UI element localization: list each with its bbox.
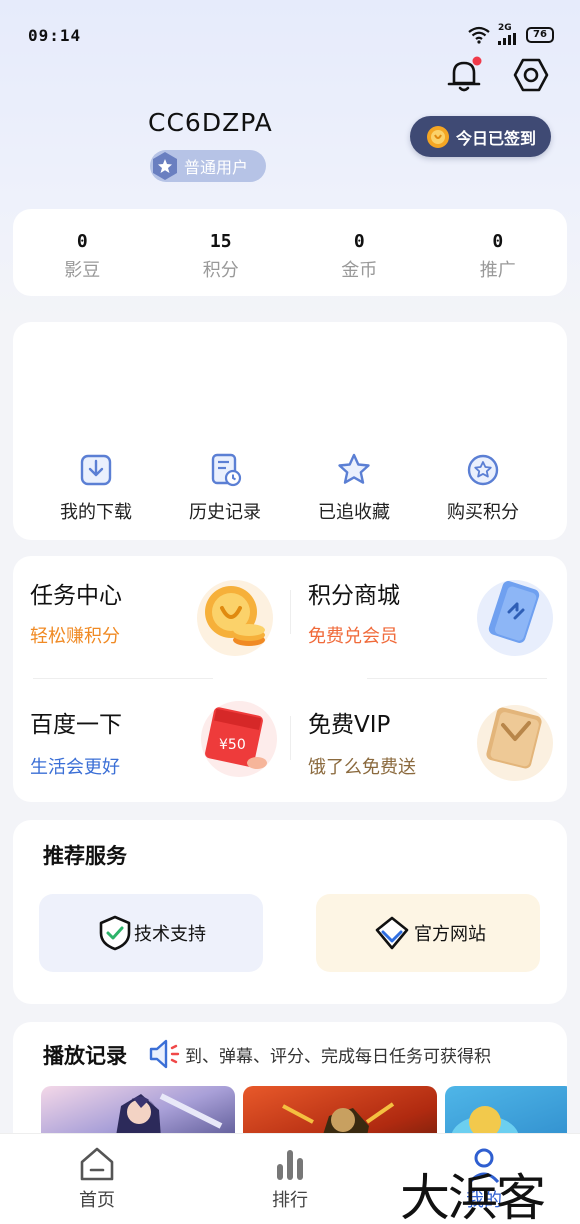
- quick-actions-card: 我的下载 历史记录 已追收藏 购买积分: [13, 322, 567, 540]
- action-my-downloads[interactable]: 我的下载: [31, 452, 161, 524]
- coin-icon: [427, 125, 449, 148]
- promo-subtitle: 生活会更好: [30, 757, 120, 778]
- ranking-bars-icon: [277, 1150, 303, 1180]
- user-level-label: 普通用户: [184, 158, 249, 177]
- nav-label: 排行: [272, 1190, 308, 1211]
- stat-value: 0: [76, 231, 88, 252]
- checkin-label: 今日已签到: [456, 128, 537, 148]
- promo-subtitle: 轻松赚积分: [30, 626, 120, 647]
- promo-title: 积分商城: [308, 583, 400, 609]
- shield-check-icon: [99, 915, 131, 951]
- network-type: 2G: [498, 23, 512, 33]
- promo-title: 百度一下: [30, 712, 122, 738]
- section-title: 播放记录: [43, 1044, 127, 1068]
- username: CC6DZPA: [148, 108, 273, 137]
- promo-title: 任务中心: [30, 583, 122, 609]
- watermark-text: 大浜客: [400, 1169, 546, 1224]
- battery-indicator: 76: [526, 26, 554, 43]
- nav-ranking[interactable]: 排行: [250, 1144, 330, 1212]
- action-label: 我的下载: [60, 502, 132, 523]
- download-icon: [80, 454, 112, 486]
- checkin-button[interactable]: 今日已签到: [410, 116, 551, 157]
- promo-points-mall[interactable]: 积分商城 免费兑会员: [291, 556, 567, 679]
- stat-value: 0: [353, 231, 365, 252]
- stat-label: 推广: [479, 260, 516, 281]
- signal-icon: [498, 33, 516, 45]
- promo-task-center[interactable]: 任务中心 轻松赚积分: [13, 556, 290, 679]
- action-history[interactable]: 历史记录: [160, 452, 290, 524]
- history-icon: [211, 453, 242, 487]
- promo-baidu[interactable]: 百度一下 生活会更好 ¥50: [13, 679, 290, 802]
- promo-free-vip[interactable]: 免费VIP 饿了么免费送: [291, 679, 567, 802]
- coins-icon: [197, 580, 273, 656]
- user-level-badge: 普通用户: [150, 150, 266, 182]
- stat-label: 影豆: [64, 260, 101, 281]
- nav-home[interactable]: 首页: [57, 1144, 137, 1212]
- stat-value: 15: [209, 231, 232, 252]
- status-time: 09:14: [28, 26, 82, 45]
- vip-card-icon: [477, 705, 553, 781]
- cellular-signal: 2G: [498, 24, 518, 45]
- action-label: 购买积分: [447, 502, 519, 523]
- stat-promotion[interactable]: 0 推广: [429, 209, 568, 296]
- stat-coins[interactable]: 0 金币: [290, 209, 429, 296]
- promo-grid-card: 任务中心 轻松赚积分 积分商城 免费兑会员 百度一下 生活会更好 ¥50 免费V…: [13, 556, 567, 802]
- status-icons: 2G 76: [468, 24, 554, 45]
- star-circle-icon: [467, 454, 499, 486]
- settings-icon[interactable]: [512, 56, 550, 94]
- promo-subtitle: 免费兑会员: [308, 626, 398, 647]
- stat-yingdou[interactable]: 0 影豆: [13, 209, 152, 296]
- nav-label: 首页: [79, 1190, 115, 1211]
- stat-label: 金币: [341, 260, 378, 281]
- action-label: 历史记录: [189, 502, 261, 523]
- official-site-button[interactable]: 官方网站: [316, 894, 540, 972]
- stats-card: 0 影豆 15 积分 0 金币 0 推广: [13, 209, 567, 296]
- stat-points[interactable]: 15 积分: [152, 209, 291, 296]
- home-icon: [80, 1147, 114, 1181]
- tech-support-button[interactable]: 技术支持: [39, 894, 263, 972]
- action-label: 已追收藏: [318, 502, 390, 523]
- service-label: 技术支持: [134, 924, 206, 945]
- recommended-services-card: 推荐服务 技术支持 官方网站: [13, 820, 567, 1004]
- wifi-icon: [468, 26, 490, 44]
- promo-title: 免费VIP: [308, 712, 391, 738]
- member-card-icon: [477, 580, 553, 656]
- announcement-marquee: 到、弹幕、评分、完成每日任务可获得积: [185, 1047, 491, 1067]
- coupon-art: ¥50: [197, 697, 281, 781]
- star-icon: [338, 453, 370, 484]
- diamond-icon: [375, 916, 409, 950]
- stat-value: 0: [492, 231, 504, 252]
- stat-label: 积分: [202, 260, 239, 281]
- section-title: 推荐服务: [43, 844, 127, 868]
- notification-bell-icon[interactable]: [444, 55, 484, 95]
- action-buy-points[interactable]: 购买积分: [418, 452, 548, 524]
- action-favorites[interactable]: 已追收藏: [289, 452, 419, 524]
- speaker-icon: [149, 1039, 180, 1069]
- service-label: 官方网站: [414, 924, 486, 945]
- level-star-icon: [153, 152, 177, 180]
- promo-subtitle: 饿了么免费送: [308, 757, 416, 778]
- coupon-amount: ¥50: [219, 737, 246, 753]
